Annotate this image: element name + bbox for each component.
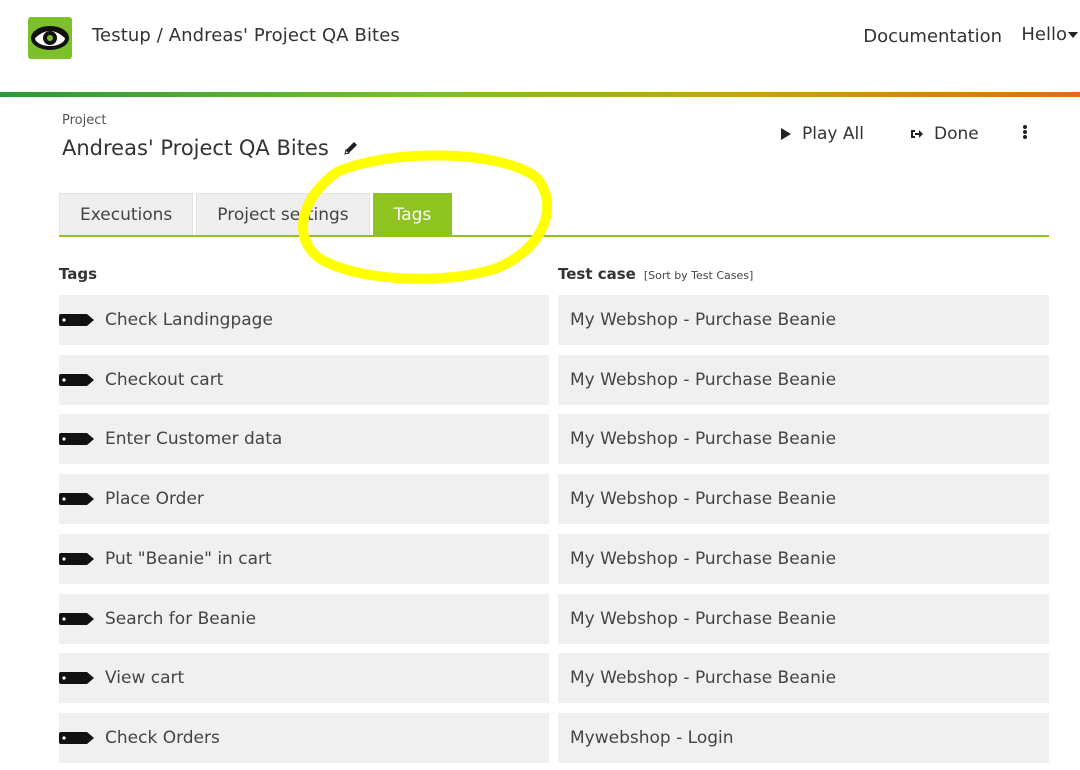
project-tabs: Executions Project settings Tags <box>59 193 455 235</box>
documentation-link[interactable]: Documentation <box>863 26 1002 47</box>
testcase-name: My Webshop - Purchase Beanie <box>570 609 837 629</box>
tag-row[interactable]: Place Order <box>59 474 549 524</box>
top-navbar: Testup / Andreas' Project QA Bites Docum… <box>0 0 1080 92</box>
tag-icon <box>59 373 95 387</box>
tag-icon <box>59 731 95 745</box>
tab-executions[interactable]: Executions <box>59 193 194 235</box>
tab-underline <box>59 235 1049 237</box>
kebab-menu-icon <box>1023 125 1027 139</box>
testcase-column-header: Test case [Sort by Test Cases] <box>558 265 753 283</box>
testcase-row[interactable]: My Webshop - Purchase Beanie <box>558 295 1049 345</box>
testcase-name: My Webshop - Purchase Beanie <box>570 310 837 330</box>
tag-row[interactable]: Enter Customer data <box>59 414 549 464</box>
tag-name: Checkout cart <box>105 370 224 390</box>
play-all-label: Play All <box>802 124 864 144</box>
tag-row[interactable]: Check Landingpage <box>59 295 549 345</box>
testcase-name: My Webshop - Purchase Beanie <box>570 489 837 509</box>
eye-icon <box>31 26 69 50</box>
caret-down-icon <box>1068 32 1078 38</box>
testcase-name: My Webshop - Purchase Beanie <box>570 370 837 390</box>
testcase-name: My Webshop - Purchase Beanie <box>570 549 837 569</box>
tag-name: Check Orders <box>105 728 220 748</box>
testcase-header-label: Test case <box>558 265 636 283</box>
done-button[interactable]: Done <box>910 124 979 144</box>
header-divider <box>0 92 1080 97</box>
user-menu-toggle[interactable]: Hello <box>1021 24 1080 45</box>
tag-name: View cart <box>105 668 185 688</box>
testcase-row[interactable]: My Webshop - Purchase Beanie <box>558 594 1049 644</box>
tag-icon <box>59 612 95 626</box>
testcase-row[interactable]: My Webshop - Purchase Beanie <box>558 355 1049 405</box>
tag-row[interactable]: Checkout cart <box>59 355 549 405</box>
project-title-row: Andreas' Project QA Bites <box>62 136 359 160</box>
tags-column-header: Tags <box>59 265 98 283</box>
tag-row[interactable]: Search for Beanie <box>59 594 549 644</box>
tag-name: Check Landingpage <box>105 310 273 330</box>
testcase-row[interactable]: My Webshop - Purchase Beanie <box>558 653 1049 703</box>
play-icon <box>780 127 792 141</box>
testcase-name: My Webshop - Purchase Beanie <box>570 429 837 449</box>
project-label: Project <box>62 113 107 128</box>
tag-icon <box>59 492 95 506</box>
testcase-row[interactable]: Mywebshop - Login <box>558 713 1049 763</box>
done-label: Done <box>934 124 979 144</box>
play-all-button[interactable]: Play All <box>780 124 864 144</box>
pencil-icon[interactable] <box>343 140 359 156</box>
tag-icon <box>59 671 95 685</box>
testcase-row[interactable]: My Webshop - Purchase Beanie <box>558 474 1049 524</box>
sign-out-icon <box>910 128 924 140</box>
tag-icon <box>59 313 95 327</box>
breadcrumb[interactable]: Testup / Andreas' Project QA Bites <box>92 25 400 46</box>
testup-logo[interactable] <box>28 17 72 59</box>
tag-row[interactable]: Check Orders <box>59 713 549 763</box>
tag-icon <box>59 552 95 566</box>
tag-row[interactable]: View cart <box>59 653 549 703</box>
tag-name: Search for Beanie <box>105 609 257 629</box>
tab-project-settings[interactable]: Project settings <box>196 193 370 235</box>
sort-by-test-cases-link[interactable]: [Sort by Test Cases] <box>644 269 753 282</box>
project-title: Andreas' Project QA Bites <box>62 136 329 160</box>
tag-name: Place Order <box>105 489 204 509</box>
tag-name: Enter Customer data <box>105 429 283 449</box>
tag-icon <box>59 432 95 446</box>
testcase-row[interactable]: My Webshop - Purchase Beanie <box>558 414 1049 464</box>
user-menu-label: Hello <box>1021 24 1067 45</box>
tag-row[interactable]: Put "Beanie" in cart <box>59 534 549 584</box>
more-options-button[interactable] <box>1022 124 1028 140</box>
tag-name: Put "Beanie" in cart <box>105 549 272 569</box>
testcase-name: My Webshop - Purchase Beanie <box>570 668 837 688</box>
testcase-name: Mywebshop - Login <box>570 728 734 748</box>
testcase-row[interactable]: My Webshop - Purchase Beanie <box>558 534 1049 584</box>
tab-tags[interactable]: Tags <box>372 193 453 235</box>
